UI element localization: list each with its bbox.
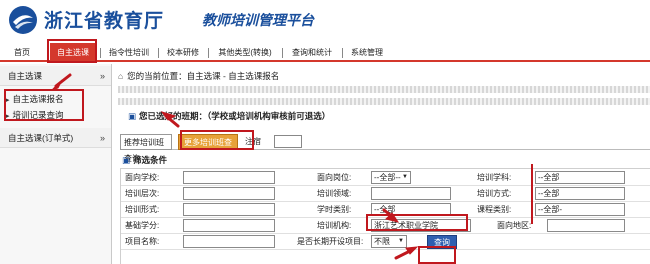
hour-type-select-value: --全部	[374, 205, 396, 214]
label-long-term: 是否长期开设项目:	[297, 237, 364, 246]
selected-classes-title: ▣ 您已选好的班期：（学校或培训机构审核前可退选）	[128, 110, 330, 122]
nav-item-system-admin[interactable]: 系统管理	[346, 44, 388, 62]
label-institution: 培训机构:	[317, 221, 352, 230]
sidebar-group-label: 自主选课(订单式)	[8, 133, 74, 143]
label-form: 培训形式:	[125, 205, 160, 214]
label-field: 培训领域:	[317, 189, 352, 198]
school-input[interactable]	[183, 171, 275, 184]
home-icon: ⌂	[118, 71, 124, 81]
post-select[interactable]: --全部-- ▼	[371, 171, 411, 184]
project-input[interactable]	[183, 235, 275, 248]
field-select[interactable]	[371, 187, 451, 200]
row-divider	[121, 233, 650, 234]
section-marker-icon: ▣	[128, 111, 137, 121]
filter-title-label: 筛选条件	[133, 155, 168, 165]
row-divider	[121, 249, 650, 250]
highlight-box	[47, 39, 97, 63]
breadcrumb: ⌂ 您的当前位置：自主选课 - 自主选课报名	[118, 70, 279, 82]
subject-select[interactable]: --全部	[535, 171, 625, 184]
mode-select[interactable]: --全部	[535, 187, 625, 200]
post-select-value: --全部--	[374, 173, 401, 182]
org-name: 浙江省教育厅	[44, 11, 165, 32]
level-select[interactable]	[183, 187, 275, 200]
form-select[interactable]	[183, 203, 275, 216]
header: 浙江省教育厅 教师培训管理平台	[0, 0, 650, 40]
region-select[interactable]	[547, 219, 625, 232]
label-project: 项目名称:	[125, 237, 160, 246]
credit-input[interactable]	[183, 219, 275, 232]
nav-item-directive-training[interactable]: 指令性培训	[104, 44, 154, 62]
logo-icon	[9, 6, 37, 34]
nav-item-home[interactable]: 首页	[8, 44, 36, 62]
label-level: 培训层次:	[125, 189, 160, 198]
tab-recommended-classes[interactable]: 推荐培训班查询	[120, 134, 172, 163]
course-type-select[interactable]: --全部-	[535, 203, 625, 216]
highlight-box	[180, 130, 254, 150]
nav-divider	[342, 48, 343, 58]
dropdown-arrow-icon: ▼	[398, 238, 404, 244]
divider-band	[118, 86, 650, 93]
chevron-double-down-icon[interactable]: »	[100, 128, 105, 148]
course-type-select-value: --全部-	[538, 205, 562, 214]
label-school: 面向学校:	[125, 173, 160, 182]
nav-divider	[100, 48, 101, 58]
label-mode: 培训方式:	[477, 189, 512, 198]
sidebar-group-self-select[interactable]: 自主选课 »	[0, 66, 111, 86]
nav-item-query-stats[interactable]: 查询和统计	[286, 44, 338, 62]
highlight-box	[418, 246, 456, 264]
label-post: 面向岗位:	[317, 173, 352, 182]
highlight-box	[4, 89, 84, 121]
label-region: 面向地区:	[497, 221, 532, 230]
label-subject: 培训学科:	[477, 173, 512, 182]
row-divider	[121, 201, 650, 202]
highlight-box	[366, 214, 468, 231]
sidebar-group-order-select[interactable]: 自主选课(订单式) »	[0, 128, 111, 148]
chevron-double-down-icon[interactable]: »	[100, 66, 105, 86]
label-course-type: 课程类别:	[477, 205, 512, 214]
nav-item-school-research[interactable]: 校本研修	[162, 44, 204, 62]
tab-extra-field[interactable]	[274, 135, 302, 148]
nav-divider	[282, 48, 283, 58]
nav-item-other-types[interactable]: 其他类型(转换)	[212, 44, 278, 62]
dropdown-arrow-icon: ▼	[402, 174, 408, 180]
top-nav: 首页 自主选课 指令性培训 校本研修 其他类型(转换) 查询和统计 系统管理	[0, 40, 650, 62]
divider-band	[118, 98, 650, 105]
main-content: ⌂ 您的当前位置：自主选课 - 自主选课报名 ▣ 您已选好的班期：（学校或培训机构审…	[114, 64, 650, 264]
sidebar-group-label: 自主选课	[8, 71, 43, 81]
long-term-select-value: 不限	[374, 237, 390, 246]
system-name: 教师培训管理平台	[202, 12, 314, 28]
label-hour-type: 学时类别:	[317, 205, 352, 214]
breadcrumb-text: 您的当前位置：自主选课 - 自主选课报名	[127, 71, 280, 81]
label-credit: 基础学分:	[125, 221, 160, 230]
subject-select-value: --全部	[538, 173, 560, 182]
nav-divider	[158, 48, 159, 58]
filter-title: ▣ 筛选条件	[122, 154, 167, 166]
selected-classes-label: 您已选好的班期：（学校或培训机构审核前可退选）	[139, 111, 331, 121]
section-marker-icon: ▣	[122, 155, 131, 165]
long-term-select[interactable]: 不限 ▼	[371, 235, 407, 248]
nav-divider	[208, 48, 209, 58]
mode-select-value: --全部	[538, 189, 560, 198]
row-divider	[121, 185, 650, 186]
highlight-bracket	[531, 164, 535, 224]
